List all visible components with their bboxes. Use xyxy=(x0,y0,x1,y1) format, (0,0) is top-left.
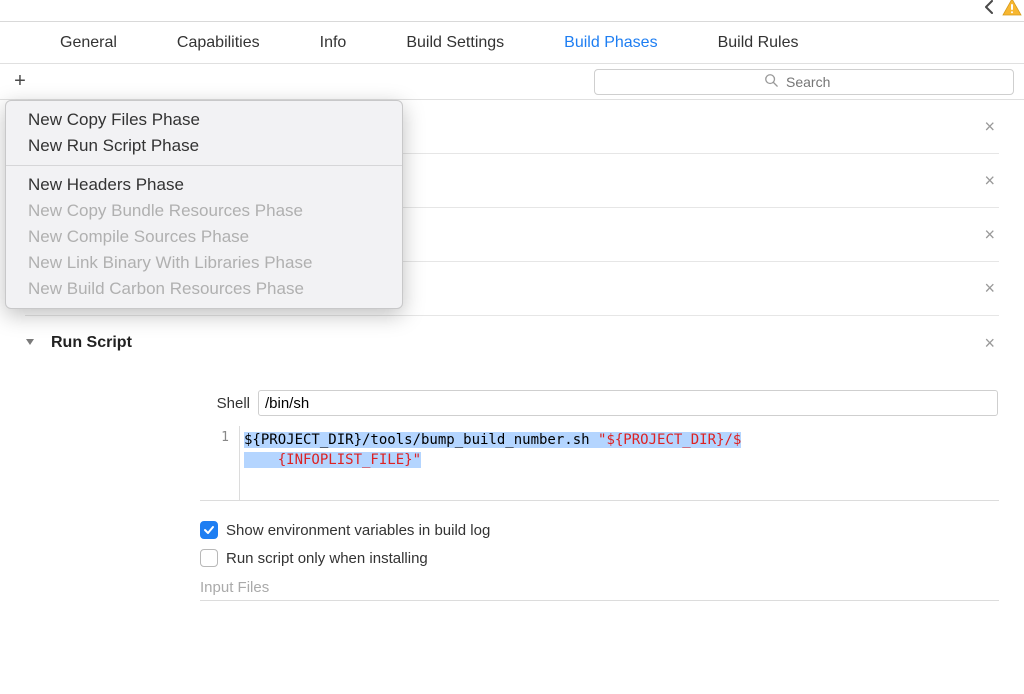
tab-build-phases[interactable]: Build Phases xyxy=(534,22,687,64)
remove-phase-button[interactable]: × xyxy=(984,278,995,299)
remove-phase-button[interactable]: × xyxy=(984,170,995,191)
script-code-plain: ${PROJECT_DIR}/tools/bump_build_number.s… xyxy=(244,432,598,448)
disclosure-triangle-icon[interactable] xyxy=(25,336,43,350)
add-phase-menu: New Copy Files Phase New Run Script Phas… xyxy=(5,100,403,309)
menu-new-copy-bundle: New Copy Bundle Resources Phase xyxy=(6,198,402,224)
remove-phase-button[interactable]: × xyxy=(984,116,995,137)
phase-title: Run Script xyxy=(51,334,132,352)
checkbox-only-installing-label: Run script only when installing xyxy=(226,550,428,567)
remove-phase-button[interactable]: × xyxy=(984,333,995,354)
menu-new-link-binary: New Link Binary With Libraries Phase xyxy=(6,250,402,276)
tab-build-rules[interactable]: Build Rules xyxy=(688,22,829,64)
checkbox-show-env[interactable] xyxy=(200,521,218,539)
tab-info[interactable]: Info xyxy=(290,22,377,64)
phase-run-script-open[interactable]: Run Script × xyxy=(25,316,999,370)
input-files-header: Input Files xyxy=(200,579,999,601)
menu-new-build-carbon: New Build Carbon Resources Phase xyxy=(6,276,402,302)
tab-general[interactable]: General xyxy=(30,22,147,64)
menu-separator xyxy=(6,165,402,166)
search-input[interactable] xyxy=(784,73,844,91)
script-editor[interactable]: ${PROJECT_DIR}/tools/bump_build_number.s… xyxy=(240,426,999,500)
shell-input[interactable] xyxy=(258,390,998,416)
script-gutter: 1 xyxy=(200,426,240,500)
tab-bar: General Capabilities Info Build Settings… xyxy=(0,22,1024,64)
add-phase-button[interactable]: + xyxy=(10,70,30,93)
window-top-strip xyxy=(0,0,1024,22)
sub-toolbar: + xyxy=(0,64,1024,100)
menu-new-compile-sources: New Compile Sources Phase xyxy=(6,224,402,250)
back-chevron-icon[interactable] xyxy=(982,0,996,16)
menu-new-headers[interactable]: New Headers Phase xyxy=(6,172,402,198)
warning-icon[interactable] xyxy=(1002,0,1022,16)
remove-phase-button[interactable]: × xyxy=(984,224,995,245)
tab-capabilities[interactable]: Capabilities xyxy=(147,22,290,64)
shell-label: Shell xyxy=(200,395,250,412)
checkbox-only-installing[interactable] xyxy=(200,549,218,567)
script-code-string1: "${PROJECT_DIR}/$ xyxy=(598,432,741,448)
menu-new-run-script[interactable]: New Run Script Phase xyxy=(6,133,402,159)
menu-new-copy-files[interactable]: New Copy Files Phase xyxy=(6,107,402,133)
script-code-string2: {INFOPLIST_FILE}" xyxy=(244,452,421,468)
checkbox-show-env-label: Show environment variables in build log xyxy=(226,522,490,539)
search-field[interactable] xyxy=(594,69,1014,95)
tab-build-settings[interactable]: Build Settings xyxy=(376,22,534,64)
search-icon xyxy=(764,73,778,90)
